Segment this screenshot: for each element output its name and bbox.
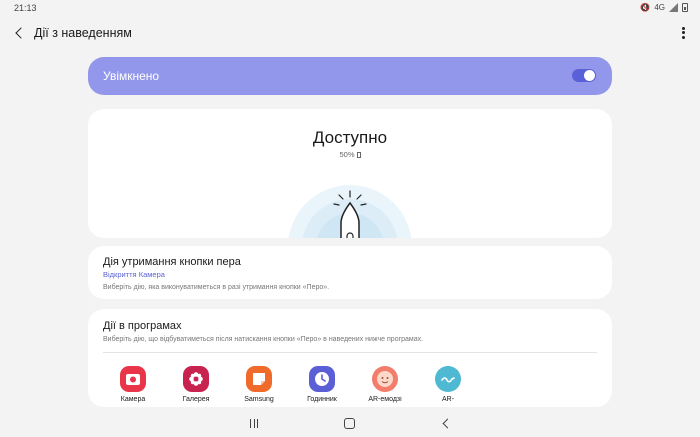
- app-label: AR-емодзі: [368, 396, 402, 403]
- master-toggle-label: Увімкнено: [103, 69, 160, 83]
- back-arrow-icon[interactable]: [12, 24, 30, 42]
- app-label: AR-: [441, 396, 455, 403]
- app-actions-card: Дії в програмах Виберіть дію, що відбува…: [88, 309, 612, 407]
- pen-battery-icon: [356, 152, 361, 158]
- hold-action-description: Виберіть дію, яка виконуватиметься в раз…: [103, 284, 330, 291]
- app-item-ar-emoji[interactable]: AR-емодзі: [355, 366, 415, 406]
- clock-icon: [309, 366, 335, 392]
- status-time: 21:13: [14, 3, 37, 13]
- ar-doodle-icon: [435, 366, 461, 392]
- app-bar: Дії з наведенням: [0, 22, 700, 44]
- battery-icon: [682, 3, 688, 12]
- app-item-gallery[interactable]: Галерея: [166, 366, 226, 406]
- more-options-icon[interactable]: [680, 25, 686, 41]
- pen-status-card: Доступно 50%: [88, 109, 612, 238]
- hold-action-title: Дія утримання кнопки пера: [103, 256, 241, 268]
- mute-icon: 🔇: [640, 3, 651, 12]
- app-label: Samsung: [244, 396, 274, 403]
- master-toggle-switch[interactable]: [572, 69, 596, 82]
- s-pen-icon: [288, 185, 412, 238]
- navigation-bar: [0, 411, 700, 437]
- app-item-samsung-notes[interactable]: Samsung: [229, 366, 289, 406]
- divider: [103, 352, 597, 353]
- app-item-clock[interactable]: Годинник: [292, 366, 352, 406]
- samsung-notes-icon: [246, 366, 272, 392]
- app-label: Камера: [120, 396, 146, 403]
- pen-status-title: Доступно: [312, 128, 388, 147]
- camera-icon: [120, 366, 146, 392]
- status-bar: 21:13 🔇 4G: [0, 0, 700, 16]
- page-title: Дії з наведенням: [34, 26, 132, 40]
- nav-back-icon[interactable]: [440, 417, 452, 429]
- app-list: Камера Галерея Samsung Годинник AR-емодз: [103, 366, 603, 406]
- app-label: Галерея: [182, 396, 210, 403]
- app-actions-title: Дії в програмах: [103, 320, 182, 332]
- status-icons: 🔇 4G: [640, 3, 688, 12]
- master-toggle-row[interactable]: Увімкнено: [88, 57, 612, 95]
- pen-battery-level: 50%: [339, 150, 355, 159]
- gallery-icon: [183, 366, 209, 392]
- app-label: Годинник: [307, 396, 337, 403]
- app-actions-description: Виберіть дію, що відбуватиметься після н…: [103, 336, 424, 343]
- network-type: 4G: [654, 3, 665, 12]
- hold-action-value: Відкриття Камера: [103, 270, 165, 279]
- app-item-camera[interactable]: Камера: [103, 366, 163, 406]
- home-icon[interactable]: [343, 417, 355, 429]
- hold-action-row[interactable]: Дія утримання кнопки пера Відкриття Каме…: [88, 246, 612, 299]
- signal-icon: [669, 3, 678, 12]
- pen-battery: 50%: [88, 150, 612, 159]
- app-item-ar-doodle[interactable]: AR-: [418, 366, 478, 406]
- recent-apps-icon[interactable]: [248, 417, 260, 429]
- ar-emoji-icon: [372, 366, 398, 392]
